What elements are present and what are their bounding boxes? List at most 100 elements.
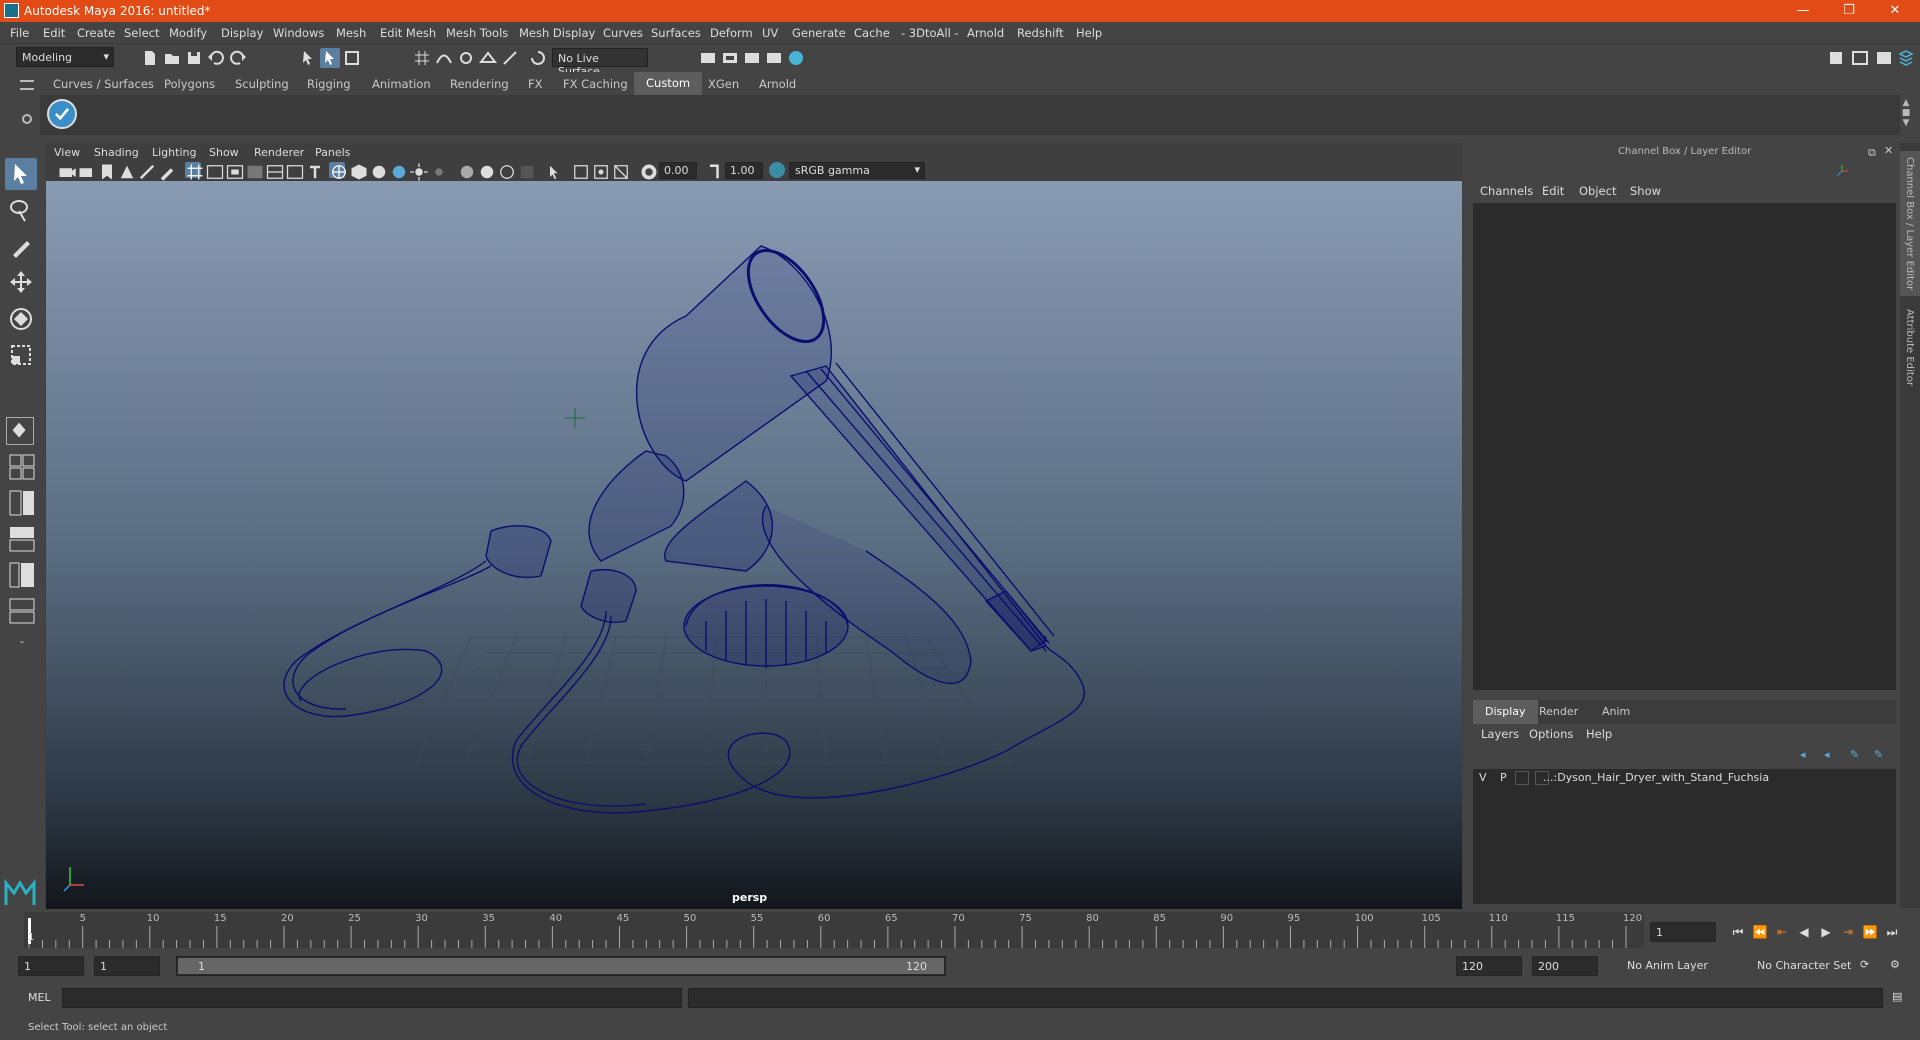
screen-space-ao-icon[interactable]: [457, 162, 474, 179]
film-gate-icon[interactable]: [205, 162, 224, 179]
tab-channel-box-layer-editor[interactable]: Channel Box / Layer Editor: [1900, 151, 1920, 296]
lasso-tool-icon[interactable]: [5, 195, 37, 227]
hypershade-icon[interactable]: [786, 48, 806, 68]
perspective-viewport[interactable]: persp: [46, 181, 1462, 909]
use-lights-icon[interactable]: [409, 162, 428, 181]
render-frame-icon[interactable]: [720, 48, 740, 68]
snap-grid-icon[interactable]: [412, 48, 432, 68]
select-by-hierarchy-icon[interactable]: [298, 48, 318, 68]
layer-menu-layers[interactable]: Layers: [1481, 727, 1519, 741]
cb-menu-channels[interactable]: Channels: [1480, 184, 1533, 198]
textured-icon[interactable]: [389, 162, 406, 179]
range-slider-track[interactable]: 1 120: [176, 956, 946, 976]
tab-attribute-editor[interactable]: Attribute Editor: [1900, 303, 1920, 403]
layout-hypershade-icon[interactable]: [8, 597, 36, 625]
select-tool-icon[interactable]: [5, 158, 37, 190]
custom-checkmark-shelf-icon[interactable]: [47, 99, 77, 129]
rotate-tool-icon[interactable]: [5, 303, 37, 335]
safe-title-icon[interactable]: [305, 162, 321, 179]
go-to-end-icon[interactable]: ⏭: [1884, 924, 1900, 940]
motion-blur-icon[interactable]: [477, 162, 494, 179]
two-d-pan-icon[interactable]: [137, 162, 155, 180]
cb-menu-show[interactable]: Show: [1630, 184, 1661, 198]
make-live-icon[interactable]: [500, 48, 520, 68]
layer-row[interactable]: V P ...:Dyson_Hair_Dryer_with_Stand_Fuch…: [1473, 769, 1896, 787]
anti-aliasing-icon[interactable]: [497, 162, 514, 179]
menu-cache[interactable]: Cache: [854, 26, 890, 40]
image-plane-icon[interactable]: [117, 162, 134, 179]
shelf-scroll-icon[interactable]: ▲ ■ ▼: [1900, 98, 1912, 132]
attribute-editor-toggle-icon[interactable]: [1850, 48, 1870, 68]
view-transform-dropdown[interactable]: sRGB gamma ▾: [789, 162, 925, 179]
menu-arnold[interactable]: Arnold: [967, 26, 1004, 40]
tab-display[interactable]: Display: [1473, 700, 1538, 724]
tab-xgen[interactable]: XGen: [708, 77, 739, 91]
menu-generate[interactable]: Generate: [792, 26, 846, 40]
move-tool-icon[interactable]: [5, 267, 37, 299]
range-slider-bar[interactable]: 1 120: [178, 958, 944, 974]
vp-menu-view[interactable]: View: [54, 146, 80, 159]
field-chart-icon[interactable]: [265, 162, 284, 179]
menu-3dtoall[interactable]: - 3DtoAll -: [901, 26, 959, 40]
snap-point-icon[interactable]: [456, 48, 476, 68]
select-by-component-icon[interactable]: [342, 48, 362, 68]
close-button[interactable]: ✕: [1872, 0, 1918, 22]
command-input[interactable]: [62, 988, 682, 1008]
vp-menu-show[interactable]: Show: [209, 146, 239, 159]
grease-pencil-icon[interactable]: [157, 162, 174, 181]
depth-of-field-icon[interactable]: [517, 162, 534, 179]
isolate-select-icon[interactable]: [545, 162, 561, 180]
menu-select[interactable]: Select: [124, 26, 159, 40]
menu-set-dropdown[interactable]: Modeling ▾: [16, 47, 114, 67]
bookmark-icon[interactable]: [97, 162, 113, 180]
xray-joints-icon[interactable]: [591, 162, 608, 179]
xray-icon[interactable]: [571, 162, 588, 179]
script-editor-icon[interactable]: ▤: [1892, 990, 1908, 1006]
move-layer-down-icon[interactable]: ◂: [1824, 748, 1838, 762]
tab-render[interactable]: Render: [1539, 705, 1578, 718]
menu-mesh-tools[interactable]: Mesh Tools: [446, 26, 508, 40]
tool-settings-toggle-icon[interactable]: [1874, 48, 1894, 68]
menu-mesh[interactable]: Mesh: [336, 26, 366, 40]
minimize-button[interactable]: —: [1780, 0, 1826, 22]
vp-menu-panels[interactable]: Panels: [315, 146, 350, 159]
open-scene-icon[interactable]: [162, 48, 182, 68]
exposure-icon[interactable]: [639, 162, 657, 180]
ipr-render-icon[interactable]: [742, 48, 762, 68]
menu-display[interactable]: Display: [221, 26, 263, 40]
time-slider[interactable]: 5 10 15 20 25 30 35 40 45 50 55 60 65 70 75 80 85 90 95 100…: [24, 912, 1644, 948]
camera-attributes-icon[interactable]: [77, 162, 93, 178]
layer-menu-help[interactable]: Help: [1586, 727, 1612, 741]
step-forward-key-icon[interactable]: ⇥: [1840, 924, 1856, 940]
scene-start-field[interactable]: 1: [18, 956, 84, 976]
smooth-shade-icon[interactable]: [349, 162, 367, 180]
menu-edit-mesh[interactable]: Edit Mesh: [380, 26, 436, 40]
live-surface-icon[interactable]: [528, 48, 548, 68]
close-panel-icon[interactable]: ✕: [1884, 144, 1896, 157]
menu-deform[interactable]: Deform: [710, 26, 753, 40]
playback-end-field[interactable]: 120: [1456, 956, 1522, 976]
vp-menu-shading[interactable]: Shading: [94, 146, 139, 159]
command-language-label[interactable]: MEL: [28, 991, 51, 1004]
menu-redshift[interactable]: Redshift: [1017, 26, 1064, 40]
wireframe-on-shaded-icon[interactable]: [369, 162, 386, 179]
play-backward-icon[interactable]: ◀: [1796, 924, 1812, 940]
character-set-dropdown[interactable]: No Character Set: [1752, 956, 1870, 976]
menu-edit[interactable]: Edit: [43, 26, 65, 40]
layout-side-by-side-icon[interactable]: [8, 489, 36, 517]
menu-create[interactable]: Create: [77, 26, 115, 40]
scene-end-field[interactable]: 200: [1532, 956, 1598, 976]
vp-menu-renderer[interactable]: Renderer: [254, 146, 304, 159]
layout-four-pane-icon[interactable]: [8, 453, 36, 481]
xray-components-icon[interactable]: [611, 162, 628, 179]
render-view-icon[interactable]: [698, 48, 718, 68]
gamma-icon[interactable]: [705, 162, 721, 179]
menu-help[interactable]: Help: [1076, 26, 1102, 40]
scale-tool-icon[interactable]: [5, 339, 37, 371]
new-scene-icon[interactable]: [140, 48, 160, 68]
cb-menu-object[interactable]: Object: [1579, 184, 1616, 198]
channel-list[interactable]: [1473, 203, 1896, 690]
gate-mask-icon[interactable]: [245, 162, 263, 179]
new-empty-layer-icon[interactable]: ✎: [1850, 748, 1864, 762]
tab-fx-caching[interactable]: FX Caching: [563, 77, 628, 91]
